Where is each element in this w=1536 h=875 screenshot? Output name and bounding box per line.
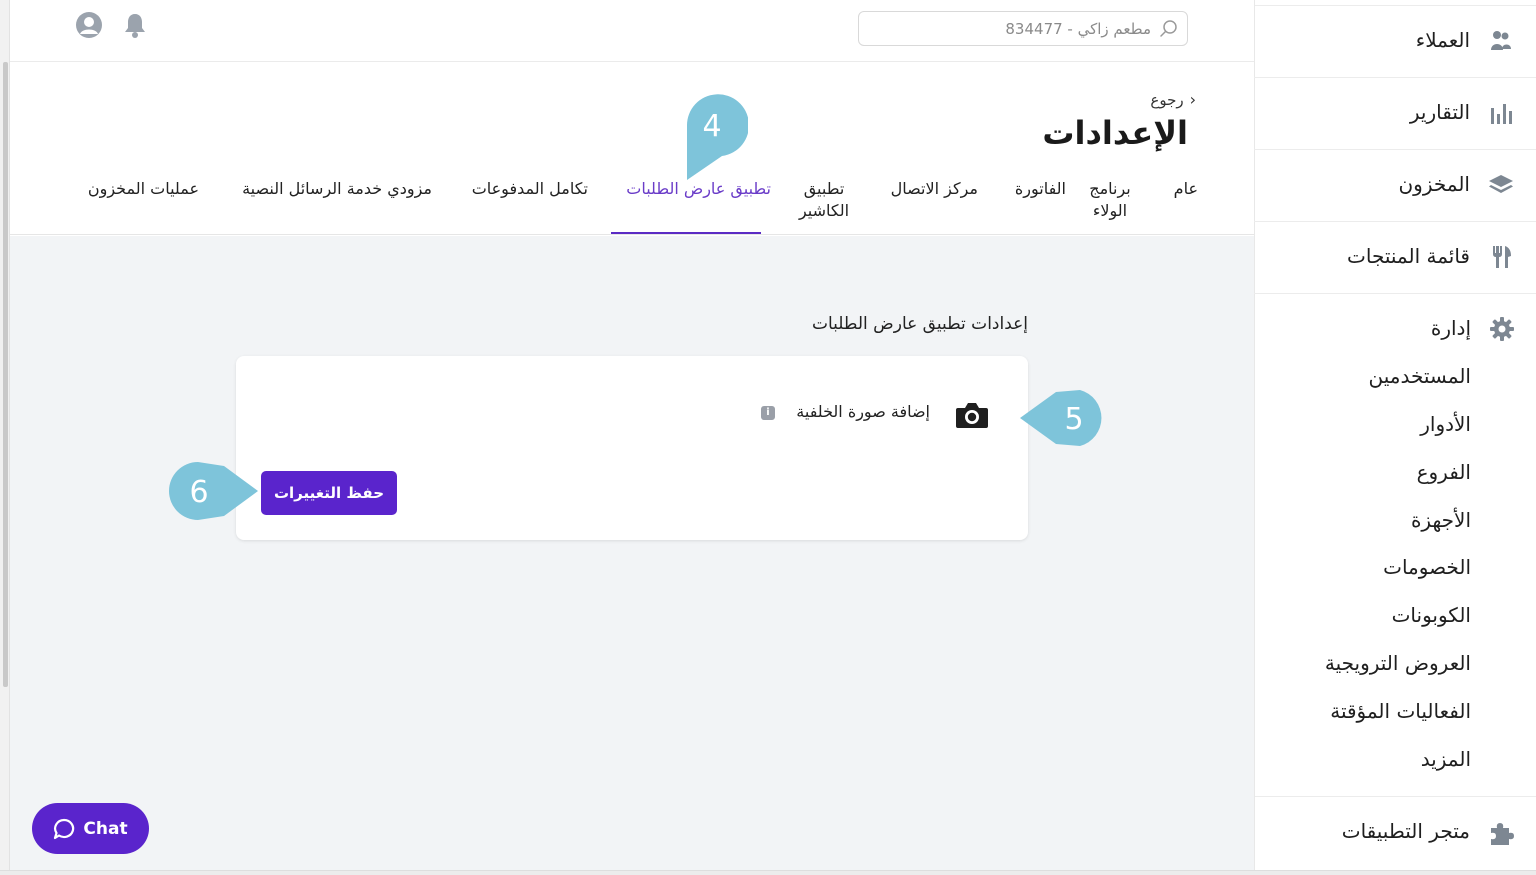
sidebar-subitem-promotions[interactable]: العروض الترويجية: [1325, 651, 1471, 675]
settings-card: إضافة صورة الخلفية i حفظ التغييرات: [236, 356, 1028, 540]
layers-icon: [1489, 175, 1513, 193]
callout-5-number: 5: [1064, 402, 1083, 437]
page-title: الإعدادات: [1042, 114, 1188, 152]
tab-loyalty[interactable]: برنامج الولاء: [1080, 178, 1140, 222]
sidebar-item-app-store[interactable]: متجر التطبيقات: [1254, 797, 1536, 869]
main-content: إعدادات تطبيق عارض الطلبات إضافة صورة ال…: [10, 236, 1254, 870]
callout-4: 4: [684, 92, 748, 184]
info-icon[interactable]: i: [761, 406, 775, 420]
sidebar-admin-group: إدارة المستخدمين الأدوار الفروع الأجهزة …: [1255, 294, 1536, 796]
tab-general[interactable]: عام: [1174, 178, 1198, 200]
save-changes-button[interactable]: حفظ التغييرات: [261, 471, 397, 515]
sidebar-subitem-timed-events[interactable]: الفعاليات المؤقتة: [1330, 699, 1471, 723]
bar-chart-icon: [1491, 104, 1512, 124]
top-header: [10, 0, 1254, 62]
scrollbar-thumb[interactable]: [3, 62, 8, 687]
tab-cashier-app[interactable]: تطبيق الكاشير: [792, 178, 856, 222]
window-bottom-edge: [0, 870, 1536, 875]
callout-6-number: 6: [189, 475, 208, 510]
right-sidebar: العملاء التقارير المخزون قائمة المنتجات: [1254, 0, 1536, 870]
sidebar-item-label: العملاء: [1415, 28, 1470, 52]
sidebar-subitem-discounts[interactable]: الخصومات: [1383, 555, 1471, 579]
tab-payments-integration[interactable]: تكامل المدفوعات: [472, 178, 588, 200]
gear-icon: [1490, 317, 1514, 341]
sidebar-item-customers[interactable]: العملاء: [1254, 6, 1536, 78]
section-title: إعدادات تطبيق عارض الطلبات: [811, 314, 1028, 334]
background-image-label: إضافة صورة الخلفية: [796, 402, 930, 421]
puzzle-icon: [1491, 823, 1514, 845]
tab-invoice[interactable]: الفاتورة: [1015, 178, 1066, 200]
sidebar-item-label: التقارير: [1409, 100, 1470, 124]
sidebar-subitem-devices[interactable]: الأجهزة: [1411, 508, 1471, 532]
active-tab-indicator: [611, 232, 761, 234]
sidebar-item-label: قائمة المنتجات: [1347, 244, 1470, 268]
tab-sms-providers[interactable]: مزودي خدمة الرسائل النصية: [242, 178, 432, 200]
window-scrollbar[interactable]: [0, 0, 10, 875]
tab-inventory-operations[interactable]: عمليات المخزون: [88, 178, 199, 200]
user-account-icon[interactable]: [74, 10, 104, 40]
fork-knife-icon: [1493, 246, 1511, 268]
chevron-left-icon: ‹: [1189, 90, 1196, 109]
sidebar-item-label: المخزون: [1398, 172, 1470, 196]
sidebar-subitem-roles[interactable]: الأدوار: [1420, 412, 1471, 436]
chat-button[interactable]: Chat: [32, 803, 149, 854]
customers-icon: [1491, 31, 1511, 50]
callout-5: 5: [1018, 388, 1114, 448]
page-header: ‹ رجوع الإعدادات عام برنامج الولاء الفاتو…: [10, 62, 1254, 235]
back-link[interactable]: ‹ رجوع: [1150, 90, 1196, 109]
search-icon: [1160, 20, 1177, 37]
sidebar-subitem-branches[interactable]: الفروع: [1417, 460, 1471, 484]
callout-4-number: 4: [702, 109, 721, 144]
sidebar-item-inventory[interactable]: المخزون: [1254, 150, 1536, 222]
sidebar-subitem-coupons[interactable]: الكوبونات: [1392, 603, 1471, 627]
sidebar-item-label: متجر التطبيقات: [1341, 819, 1470, 843]
sidebar-item-admin[interactable]: إدارة: [1431, 316, 1471, 340]
chat-label: Chat: [83, 818, 128, 839]
sidebar-subitem-users[interactable]: المستخدمين: [1369, 364, 1471, 388]
tab-call-center[interactable]: مركز الاتصال: [891, 178, 978, 200]
callout-6: 6: [164, 461, 260, 521]
sidebar-subitem-more[interactable]: المزيد: [1421, 747, 1471, 771]
chat-bubble-icon: [54, 818, 75, 839]
back-label: رجوع: [1150, 91, 1184, 109]
search-input[interactable]: [871, 18, 1151, 40]
sidebar-item-reports[interactable]: التقارير: [1254, 78, 1536, 150]
sidebar-item-product-menu[interactable]: قائمة المنتجات: [1254, 222, 1536, 294]
search-box[interactable]: [858, 11, 1188, 46]
camera-icon[interactable]: [954, 400, 990, 430]
bell-icon[interactable]: [120, 10, 150, 40]
